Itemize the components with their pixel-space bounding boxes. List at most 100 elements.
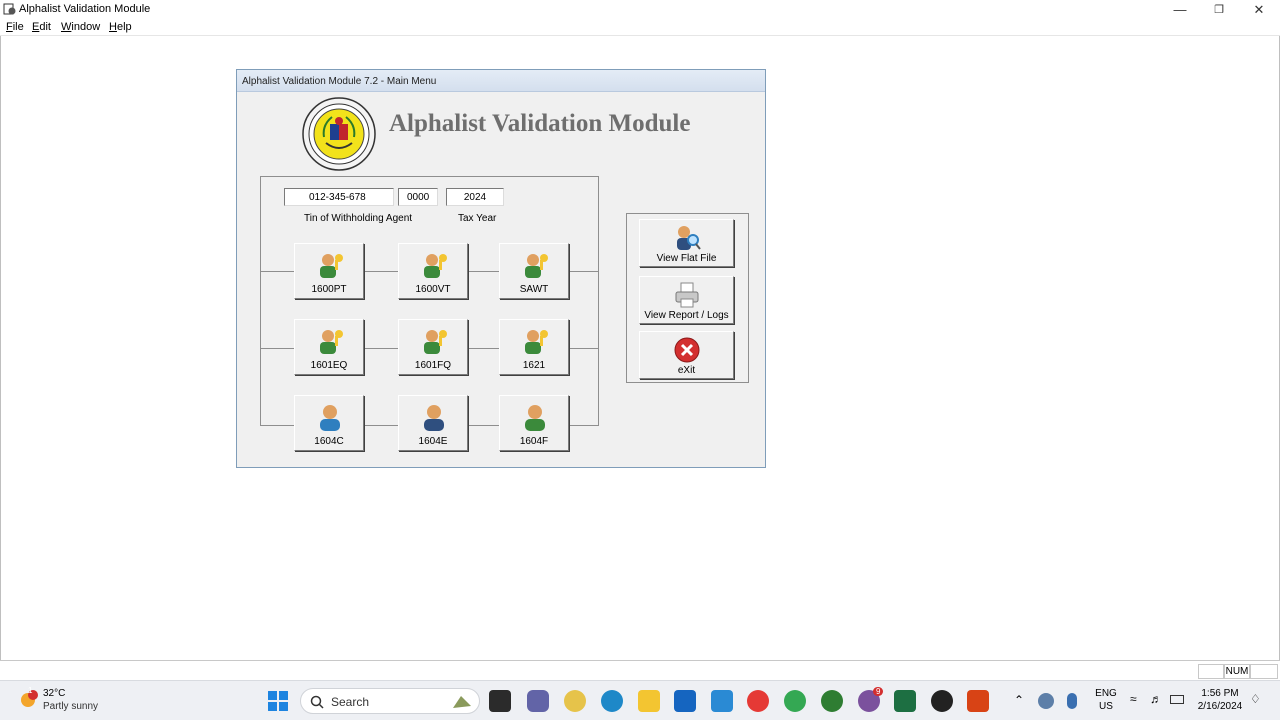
form-button-label: 1600PT [311,284,347,295]
form-1621-button[interactable]: 1621 [499,319,569,375]
menu-edit[interactable]: Edit [32,21,51,33]
form-button-label: 1621 [522,360,546,371]
form-1601eq-button[interactable]: 1601EQ [294,319,364,375]
microsoft-store-icon[interactable] [674,690,696,712]
user-key-icon [424,254,447,278]
wifi-icon[interactable]: ≈ [1130,692,1137,706]
widgets-icon[interactable] [564,690,586,712]
view-flat-file-label: View Flat File [656,253,717,264]
view-report-logs-button[interactable]: View Report / Logs [639,276,734,324]
branch-code-input[interactable]: 0000 [398,188,438,206]
form-button-label: 1600VT [415,284,451,295]
menu-window-rest: indow [71,21,101,33]
notification-bell-icon[interactable]: ♢ [1250,692,1261,706]
tax-year-label: Tax Year [458,213,497,224]
chrome-profile-icon[interactable] [821,690,843,712]
actions-frame: View Flat File View Report / Logs eXit [626,213,749,383]
menu-file[interactable]: File [6,21,24,33]
form-1604f-button[interactable]: 1604F [499,395,569,451]
exit-icon [674,337,700,363]
user-icon [424,405,444,431]
taskbar: 1 32°C Partly sunny Search 9 ⌃ ENG US ≈ … [0,680,1280,720]
search-label: Search [331,695,370,709]
keyboard-region[interactable]: US [1093,701,1119,712]
form-button-label: SAWT [519,284,549,295]
weather-temperature: 32°C [43,688,66,699]
exit-label: eXit [677,365,696,376]
clock-date[interactable]: 2/16/2024 [1192,701,1248,712]
close-button[interactable]: ✕ [1239,0,1279,19]
tax-year-input[interactable]: 2024 [446,188,504,206]
chrome-icon[interactable] [784,690,806,712]
alphalist-app-icon[interactable] [967,690,989,712]
user-icon [320,405,340,431]
teams-chat-icon[interactable] [527,690,549,712]
volume-icon[interactable]: ♬ [1150,692,1162,706]
form-1601fq-button[interactable]: 1601FQ [398,319,468,375]
form-button-label: 1604C [314,436,344,447]
chevron-up-icon[interactable]: ⌃ [1014,693,1024,707]
language-code[interactable]: ENG [1093,688,1119,699]
minimize-icon: — [1173,2,1187,17]
user-key-icon [525,330,548,354]
user-magnifier-icon [677,226,701,250]
view-flat-file-button[interactable]: View Flat File [639,219,734,267]
onedrive-icon[interactable] [1038,693,1054,709]
form-1600pt-button[interactable]: 1600PT [294,243,364,299]
form-button-label: 1601EQ [310,360,348,371]
mail-icon[interactable] [711,690,733,712]
exit-button[interactable]: eXit [639,331,734,379]
user-key-icon [525,254,548,278]
user-icon [525,405,545,431]
form-1604c-button[interactable]: 1604C [294,395,364,451]
task-view-icon[interactable] [489,690,511,712]
form-sawt-button[interactable]: SAWT [499,243,569,299]
form-1600vt-button[interactable]: 1600VT [398,243,468,299]
weather-description: Partly sunny [43,701,99,712]
user-key-icon [320,330,343,354]
pdf-reader-icon[interactable] [747,690,769,712]
status-bar: NUM [0,660,1280,680]
minimize-button[interactable]: — [1160,0,1200,19]
restore-button[interactable]: ❐ [1199,0,1239,19]
bir-seal-logo [302,97,376,171]
module-heading: Alphalist Validation Module [389,110,691,137]
battery-icon[interactable] [1170,695,1184,704]
tin-label: Tin of Withholding Agent [304,213,413,224]
menu-window-mnemonic: W [61,21,72,33]
microphone-icon[interactable] [1067,693,1077,709]
search-icon [310,695,324,709]
menu-file-rest: ile [12,21,24,33]
menu-help[interactable]: Help [109,21,132,33]
menu-help-rest: elp [116,21,132,33]
app-icon [3,3,16,15]
excel-icon[interactable] [894,690,916,712]
status-num: NUM [1224,664,1250,679]
form-button-label: 1604E [418,436,448,447]
user-key-icon [320,254,343,278]
edge-browser-icon[interactable] [601,690,623,712]
tin-input[interactable]: 012-345-678 [284,188,394,206]
restore-icon: ❐ [1214,4,1224,16]
menu-file-mnemonic: F [6,21,13,33]
status-cell-caps [1198,664,1224,679]
viber-badge: 9 [873,687,884,696]
main-menu-titlebar[interactable]: Alphalist Validation Module 7.2 - Main M… [237,70,765,92]
printer-icon [675,282,699,308]
menu-edit-rest: dit [39,21,51,33]
search-highlight-icon [453,696,471,708]
main-menu-title: Alphalist Validation Module 7.2 - Main M… [242,76,437,87]
form-1604e-button[interactable]: 1604E [398,395,468,451]
clock-time[interactable]: 1:56 PM [1192,688,1248,699]
weather-badge: 1 [28,686,33,695]
windows-start-icon[interactable] [267,690,289,712]
form-button-label: 1604F [519,436,549,447]
view-report-logs-label: View Report / Logs [644,310,729,321]
obs-icon[interactable] [931,690,953,712]
menu-window[interactable]: Window [61,21,100,33]
app-title: Alphalist Validation Module [19,3,151,15]
file-explorer-icon[interactable] [638,690,660,712]
taskbar-search[interactable]: Search [300,688,480,714]
user-key-icon [424,330,447,354]
menu-help-mnemonic: H [109,21,117,33]
